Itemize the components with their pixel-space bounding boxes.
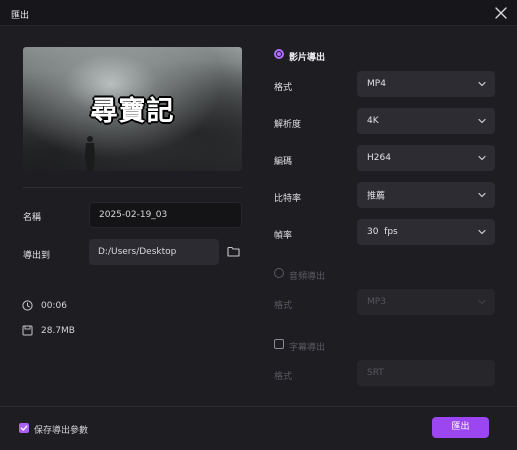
resolution-select[interactable]: 4K	[357, 108, 495, 134]
video-export-label: 影片導出	[289, 53, 326, 63]
encoding-select[interactable]: H264	[357, 145, 495, 171]
subtitle-format-value: SRT	[367, 368, 384, 378]
bitrate-label: 比特率	[274, 194, 302, 204]
chevron-down-icon	[478, 299, 486, 305]
audio-export-radio[interactable]	[274, 268, 284, 278]
save-disk-icon	[22, 325, 33, 336]
name-input-value: 2025-02-19_03	[99, 210, 168, 220]
resolution-label: 解析度	[274, 120, 302, 130]
video-export-radio[interactable]	[274, 49, 284, 59]
framerate-select[interactable]: 30 fps	[357, 219, 495, 245]
check-icon	[20, 425, 28, 431]
chevron-down-icon	[478, 118, 486, 124]
bitrate-value: 推薦	[367, 191, 386, 202]
framerate-value: 30 fps	[367, 227, 398, 237]
export-to-label: 導出到	[23, 251, 51, 261]
file-size-value: 28.7MB	[41, 326, 75, 336]
audio-format-select[interactable]: MP3	[357, 289, 495, 315]
duration-value: 00:06	[41, 301, 67, 311]
export-path-field[interactable]: D:/Users/Desktop	[89, 239, 219, 265]
save-params-checkbox[interactable]	[19, 423, 29, 433]
subtitle-format-select[interactable]: SRT	[357, 360, 495, 386]
chevron-down-icon	[478, 155, 486, 161]
framerate-label: 幀率	[274, 231, 293, 241]
video-format-value: MP4	[367, 79, 386, 89]
name-input[interactable]: 2025-02-19_03	[89, 202, 242, 228]
chevron-down-icon	[478, 192, 486, 198]
subtitle-export-checkbox[interactable]	[274, 339, 284, 349]
audio-format-value: MP3	[367, 297, 386, 307]
export-button[interactable]: 匯出	[432, 417, 489, 438]
subtitle-export-label: 字幕導出	[289, 343, 326, 353]
audio-format-label: 格式	[274, 301, 293, 311]
save-params-label: 保存導出參數	[34, 426, 89, 436]
video-format-select[interactable]: MP4	[357, 71, 495, 97]
divider	[23, 187, 242, 188]
bitrate-select[interactable]: 推薦	[357, 182, 495, 208]
footer-divider	[0, 406, 517, 407]
folder-icon[interactable]	[227, 246, 240, 257]
audio-export-label: 音頻導出	[289, 272, 326, 282]
name-label: 名稱	[23, 213, 42, 223]
clock-icon	[22, 300, 33, 311]
title-bar: 匯出	[0, 0, 517, 26]
video-format-label: 格式	[274, 83, 293, 93]
encoding-label: 編碼	[274, 157, 293, 167]
encoding-value: H264	[367, 153, 391, 163]
chevron-down-icon	[478, 81, 486, 87]
preview-title-text: 尋寶記	[90, 96, 175, 127]
close-icon[interactable]	[493, 5, 509, 21]
figure-silhouette	[85, 136, 95, 171]
video-preview: 尋寶記	[23, 47, 242, 171]
chevron-down-icon	[478, 229, 486, 235]
export-path-value: D:/Users/Desktop	[98, 247, 177, 257]
subtitle-format-label: 格式	[274, 372, 293, 382]
resolution-value: 4K	[367, 116, 379, 126]
window-title: 匯出	[11, 11, 30, 21]
